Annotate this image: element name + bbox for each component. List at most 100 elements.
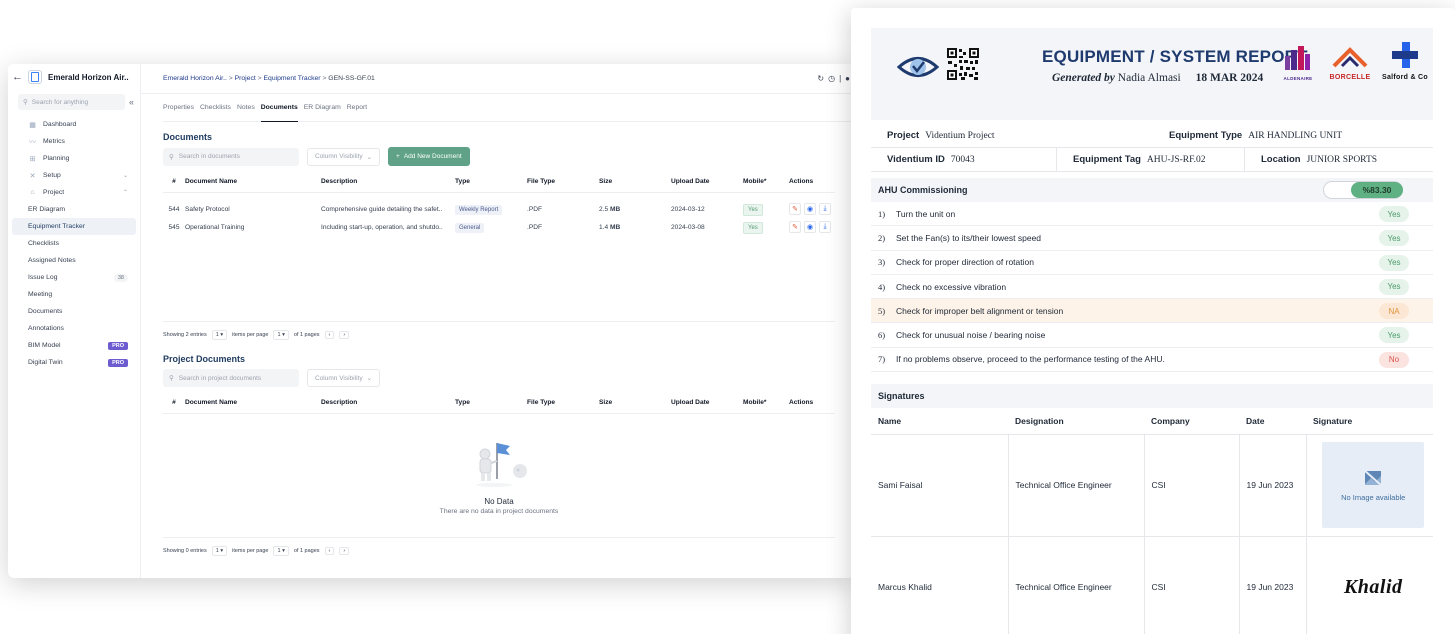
- qr-code-icon: [947, 48, 979, 80]
- sidebar-item-er-diagram[interactable]: ER Diagram: [12, 201, 136, 218]
- broken-image-icon: [1363, 468, 1383, 487]
- cell-company: CSI: [1144, 433, 1240, 537]
- documents-search-input[interactable]: ⚲ Search in documents: [163, 147, 299, 166]
- tab-report[interactable]: Report: [347, 94, 367, 122]
- dashboard-icon: ▦: [29, 121, 36, 129]
- tab-notes[interactable]: Notes: [237, 94, 255, 122]
- tab-er-diagram[interactable]: ER Diagram: [304, 94, 341, 122]
- table-row[interactable]: 545 Operational Training Including start…: [163, 218, 835, 236]
- items-per-page-value: 1: [215, 332, 219, 338]
- edit-pencil-icon[interactable]: ✎: [789, 203, 801, 215]
- checklist-text: Check for proper direction of rotation: [896, 257, 1034, 268]
- sidebar-item-issue-log[interactable]: Issue Log 38: [12, 269, 136, 286]
- view-eye-icon[interactable]: ◉: [804, 203, 816, 215]
- cell-type: Weekly Report: [455, 200, 527, 218]
- sidebar-item-bim-model[interactable]: BIM Model PRO: [12, 337, 136, 354]
- answer-yes-badge: Yes: [1379, 206, 1409, 222]
- equipment-type-cell: Equipment Type AIR HANDLING UNIT: [1153, 124, 1342, 147]
- checklist-row: 5) Check for improper belt alignment or …: [871, 299, 1433, 324]
- items-per-page-select[interactable]: 1 ▾: [211, 545, 228, 556]
- sidebar-item-annotations[interactable]: Annotations: [12, 320, 136, 337]
- issue-count-badge: 38: [113, 273, 128, 282]
- documents-table: # Document Name Description Type File Ty…: [163, 172, 835, 236]
- column-visibility-dropdown[interactable]: Column Visibility ⌄: [307, 369, 381, 387]
- col-header-mobile: Mobile*: [743, 172, 789, 193]
- project-documents-search-input[interactable]: ⚲ Search in project documents: [163, 369, 299, 387]
- project-icon: ⌂: [30, 189, 35, 196]
- cell-designation: Technical Office Engineer: [1008, 535, 1145, 634]
- sidebar-item-digital-twin[interactable]: Digital Twin PRO: [12, 354, 136, 371]
- cell-file-type: .PDF: [527, 223, 543, 231]
- back-arrow-icon[interactable]: ←: [12, 71, 23, 83]
- equipment-tag-label: Equipment Tag: [1073, 154, 1141, 165]
- sidebar-item-checklists[interactable]: Checklists: [12, 235, 136, 252]
- borcelle-brand-name: BORCELLE: [1329, 74, 1371, 81]
- size-unit: MB: [610, 205, 621, 213]
- salford-brand-name: Salford & Co: [1382, 74, 1428, 81]
- size-value: 2.5: [599, 205, 609, 213]
- column-visibility-dropdown[interactable]: Column Visibility ⌄: [307, 147, 381, 166]
- pro-badge: PRO: [108, 341, 128, 350]
- type-chip: General: [455, 222, 485, 233]
- videntium-eye-logo-icon: [897, 57, 939, 77]
- breadcrumb-item[interactable]: Equipment Tracker: [264, 75, 321, 82]
- add-new-document-button[interactable]: + Add New Document: [388, 147, 470, 166]
- sidebar-item-dashboard[interactable]: ▦ Dashboard: [12, 116, 136, 133]
- documents-section-title: Documents: [163, 132, 213, 142]
- cell-size: 1.4 MB: [599, 218, 671, 236]
- sidebar-item-metrics[interactable]: 〰 Metrics: [12, 133, 136, 150]
- checklist-row: 2) Set the Fan(s) to its/their lowest sp…: [871, 226, 1433, 251]
- prev-page-button[interactable]: ‹: [324, 331, 335, 339]
- prev-page-button[interactable]: ‹: [324, 546, 335, 555]
- items-per-page-value: 1: [215, 547, 219, 554]
- tab-properties[interactable]: Properties: [163, 94, 194, 122]
- next-page-button[interactable]: ›: [339, 331, 350, 339]
- sidebar-item-assigned-notes[interactable]: Assigned Notes: [12, 252, 136, 269]
- next-page-button[interactable]: ›: [339, 546, 350, 555]
- aldenaire-brand-name: ALDENAIRE: [1283, 76, 1313, 81]
- page-select[interactable]: 1 ▾: [273, 330, 289, 340]
- empty-state: No Data There are no data in project doc…: [163, 414, 835, 538]
- collapse-sidebar-icon[interactable]: «: [129, 97, 134, 107]
- sidebar-item-equipment-tracker[interactable]: Equipment Tracker: [12, 218, 136, 235]
- tab-documents[interactable]: Documents: [260, 94, 298, 122]
- sidebar-item-planning[interactable]: ⊞ Planning: [12, 150, 136, 167]
- sidebar-item-meeting[interactable]: Meeting: [12, 286, 136, 303]
- download-icon[interactable]: ⤓: [819, 221, 831, 233]
- page-select[interactable]: 1 ▾: [273, 545, 289, 556]
- sidebar-item-label: Annotations: [28, 325, 64, 332]
- sidebar-item-project[interactable]: ⌂ Project ⌃: [12, 184, 136, 201]
- sidebar-item-label: Documents: [28, 308, 63, 315]
- view-eye-icon[interactable]: ◉: [804, 221, 816, 233]
- tab-checklists[interactable]: Checklists: [200, 94, 231, 122]
- refresh-icon[interactable]: ↻: [817, 74, 824, 83]
- divider: |: [839, 74, 842, 83]
- project-documents-section-title: Project Documents: [163, 354, 246, 364]
- equipment-tag-value: AHU-JS-RF.02: [1146, 154, 1206, 165]
- search-icon: ⚲: [169, 153, 174, 161]
- pager-showing: Showing 0 entries: [163, 547, 207, 554]
- table-header-row: Name Designation Company Date Signature: [871, 408, 1433, 435]
- cell-actions: ✎ ◉ ⤓: [789, 200, 835, 218]
- chevron-down-icon: ⌄: [366, 375, 373, 382]
- items-per-page-select[interactable]: 1 ▾: [211, 330, 228, 340]
- sidebar-search-input[interactable]: ⚲ Search for anything: [18, 94, 125, 110]
- table-row[interactable]: 544 Safety Protocol Comprehensive guide …: [163, 200, 835, 218]
- breadcrumb-item[interactable]: Project: [235, 75, 256, 82]
- answer-na-badge: NA: [1379, 303, 1409, 320]
- location-value: JUNIOR SPORTS: [1306, 154, 1378, 165]
- breadcrumb-item[interactable]: Emerald Horizon Air..: [163, 75, 227, 82]
- report-date: 18 MAR 2024: [1195, 72, 1264, 84]
- checklist-text: Check for unusual noise / bearing noise: [896, 330, 1046, 341]
- sidebar-item-setup[interactable]: ✕ Setup ⌄: [12, 167, 136, 184]
- mobile-yes-chip: Yes: [743, 203, 763, 216]
- sidebar-item-label: Digital Twin: [28, 359, 63, 366]
- col-header-file-type: File Type: [527, 393, 599, 414]
- download-icon[interactable]: ⤓: [819, 203, 831, 215]
- sidebar-item-documents[interactable]: Documents: [12, 303, 136, 320]
- borcelle-roof-icon: [1332, 47, 1368, 68]
- history-icon[interactable]: ◷: [828, 74, 835, 83]
- settings-icon[interactable]: ●: [845, 74, 850, 83]
- edit-pencil-icon[interactable]: ✎: [789, 221, 801, 233]
- salford-cross-icon: [1392, 42, 1418, 68]
